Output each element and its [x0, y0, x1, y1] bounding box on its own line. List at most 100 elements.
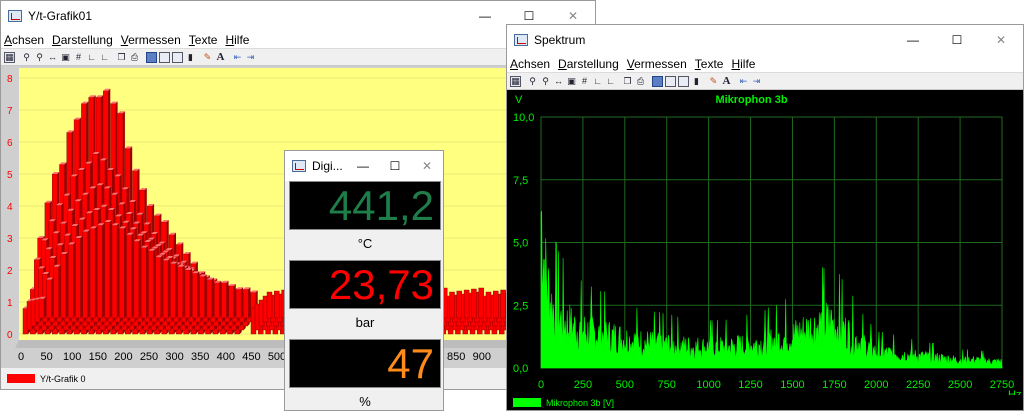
arrow-left-icon[interactable]: ⇤: [232, 52, 243, 63]
x-tick-label: 1500: [780, 379, 804, 391]
spectrum-toolbar: ▦ ⚲ ⚲ ↔ ▣ # ∟ ∟ ❐ ⎙ ▮ ✎ A ⇤ ⇥: [507, 72, 1023, 90]
x-tick-label: 2000: [864, 379, 888, 391]
bar: [177, 266, 183, 319]
maximize-button[interactable]: ☐: [935, 25, 979, 55]
axis-x-icon[interactable]: ∟: [86, 52, 97, 63]
minimize-button[interactable]: —: [891, 25, 935, 55]
menu-hilfe[interactable]: Hilfe: [731, 57, 755, 71]
menu-achsen[interactable]: Achsen: [4, 33, 44, 47]
y-tick-label: 7,5: [513, 175, 528, 187]
bar-side: [73, 242, 76, 318]
bar: [478, 287, 484, 319]
menu-texte[interactable]: Texte: [189, 33, 218, 47]
chart-type-bar-icon[interactable]: [652, 75, 663, 87]
grid-icon[interactable]: #: [73, 52, 84, 63]
digi-titlebar[interactable]: Digi... — ☐ ✕: [285, 151, 443, 181]
menu-vermessen[interactable]: Vermessen: [627, 57, 687, 71]
x-tick-label: 1000: [696, 379, 720, 391]
bar: [126, 234, 132, 319]
minimize-button[interactable]: —: [347, 151, 379, 181]
bar: [449, 291, 455, 319]
bar-side: [160, 255, 163, 318]
axis-y-icon[interactable]: ∟: [99, 52, 110, 63]
bar: [111, 224, 118, 319]
pan-icon[interactable]: ↔: [553, 76, 564, 87]
app-chart-icon: [8, 10, 22, 22]
menu-darstellung[interactable]: Darstellung: [52, 33, 113, 47]
bar: [463, 289, 470, 319]
bar: [119, 228, 125, 319]
x-tick-label: 350: [191, 351, 209, 363]
save-icon[interactable]: ▣: [566, 76, 577, 87]
menu-achsen[interactable]: Achsen: [510, 57, 550, 71]
select-icon[interactable]: ▦: [510, 75, 521, 87]
bar-side: [65, 252, 68, 318]
arrow-right-icon[interactable]: ⇥: [751, 76, 762, 87]
chart-type-column-icon[interactable]: ▮: [691, 76, 702, 87]
y-tick-label: 0,0: [513, 363, 528, 375]
bar-side: [248, 287, 251, 318]
bar: [97, 224, 103, 319]
spectrum-chart[interactable]: 0 250 500 750 1000 1250 1500 1750 2000 2250 2500 27…: [507, 90, 1023, 395]
zoom-in-icon[interactable]: ⚲: [527, 76, 538, 87]
bar: [471, 288, 477, 319]
bar-side: [95, 226, 98, 318]
chart-title: Mikrophon 3b: [715, 94, 787, 106]
arrow-left-icon[interactable]: ⇤: [738, 76, 749, 87]
close-button[interactable]: ✕: [979, 25, 1023, 55]
zoom-out-icon[interactable]: ⚲: [540, 76, 551, 87]
axis-x-icon[interactable]: ∟: [592, 76, 603, 87]
display-unit: %: [289, 391, 441, 410]
x-tick-label: 300: [165, 351, 183, 363]
bar-side: [168, 258, 171, 318]
maximize-button[interactable]: ☐: [379, 151, 411, 181]
bar-side: [131, 232, 134, 318]
legend-swatch: [513, 398, 541, 407]
menu-texte[interactable]: Texte: [695, 57, 724, 71]
color-brush-icon[interactable]: ✎: [202, 52, 213, 63]
bar: [67, 244, 74, 319]
arrow-right-icon[interactable]: ⇥: [245, 52, 256, 63]
text-tool-icon[interactable]: A: [215, 51, 226, 63]
zoom-in-icon[interactable]: ⚲: [21, 52, 32, 63]
grid-icon[interactable]: #: [579, 76, 590, 87]
chart-type-3d-icon[interactable]: [159, 51, 170, 63]
y-tick-label: 3: [7, 234, 13, 245]
text-tool-icon[interactable]: A: [721, 75, 732, 87]
bar: [493, 290, 499, 319]
zoom-out-icon[interactable]: ⚲: [34, 52, 45, 63]
print-icon[interactable]: ⎙: [635, 76, 646, 87]
pan-icon[interactable]: ↔: [47, 52, 58, 63]
close-button[interactable]: ✕: [411, 151, 443, 181]
axis-y-icon[interactable]: ∟: [605, 76, 616, 87]
bar-side: [190, 268, 192, 318]
color-brush-icon[interactable]: ✎: [708, 76, 719, 87]
spectrum-titlebar[interactable]: Spektrum — ☐ ✕: [507, 25, 1023, 55]
chart-type-3d-icon[interactable]: [665, 75, 676, 87]
chart-type-bar-icon[interactable]: [146, 51, 157, 63]
chart-type-line-icon[interactable]: [678, 75, 689, 87]
legend-swatch: [7, 374, 35, 383]
chart-type-column-icon[interactable]: ▮: [185, 52, 196, 63]
save-icon[interactable]: ▣: [60, 52, 71, 63]
bar-side: [146, 245, 149, 318]
bar-side: [138, 239, 141, 318]
digi-window: Digi... — ☐ ✕ 441,2 °C 23,73 bar 47 %: [284, 150, 444, 411]
select-icon[interactable]: ▦: [4, 51, 15, 63]
minimize-button[interactable]: —: [463, 1, 507, 31]
menu-hilfe[interactable]: Hilfe: [225, 33, 249, 47]
print-icon[interactable]: ⎙: [129, 52, 140, 63]
spectrum-legend-bar: Mikrophon 3b [V]: [507, 395, 1023, 410]
copy-icon[interactable]: ❐: [622, 76, 633, 87]
x-tick-label: 0: [538, 379, 544, 391]
bar: [60, 253, 67, 319]
menu-darstellung[interactable]: Darstellung: [558, 57, 619, 71]
legend-label: Mikrophon 3b [V]: [546, 397, 615, 408]
bar: [140, 247, 147, 319]
app-digital-icon: [292, 160, 306, 172]
chart-type-line-icon[interactable]: [172, 51, 183, 63]
bar: [53, 266, 59, 319]
menu-vermessen[interactable]: Vermessen: [121, 33, 181, 47]
x-tick-label: 850: [447, 351, 465, 363]
copy-icon[interactable]: ❐: [116, 52, 127, 63]
